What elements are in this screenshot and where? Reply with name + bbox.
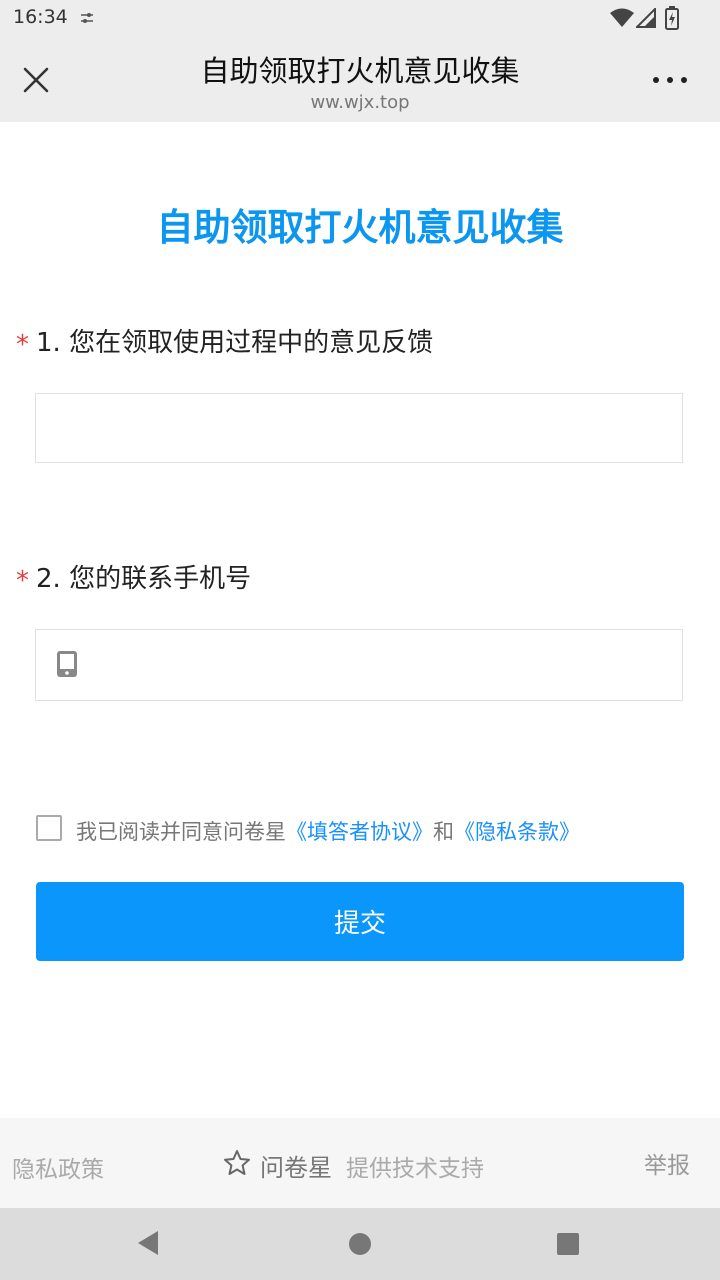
- star-icon: [224, 1150, 250, 1175]
- status-bar: 16:34: [0, 0, 720, 36]
- more-options-icon[interactable]: [648, 66, 692, 94]
- agreement-label: 我已阅读并同意问卷星: [76, 820, 286, 844]
- footer: 隐私政策 问卷星 提供技术支持 举报: [0, 1118, 720, 1208]
- page-title: 自助领取打火机意见收集: [200, 54, 520, 88]
- phone-input-box: [35, 629, 683, 701]
- agreement-text: 我已阅读并同意问卷星《填答者协议》和《隐私条款》: [76, 816, 580, 846]
- wifi-icon: [610, 8, 634, 27]
- form-title: 自助领取打火机意见收集: [156, 206, 564, 249]
- battery-charging-icon: [665, 6, 679, 30]
- required-mark: *: [16, 330, 29, 360]
- question-2-title: 2. 您的联系手机号: [36, 564, 252, 594]
- respondent-agreement-link[interactable]: 《填答者协议》: [286, 820, 433, 844]
- mobile-phone-icon: [57, 651, 77, 677]
- phone-input[interactable]: [36, 630, 682, 700]
- system-nav-bar: [0, 1208, 720, 1280]
- agreement-checkbox[interactable]: [36, 815, 62, 841]
- report-link[interactable]: 举报: [644, 1146, 690, 1180]
- privacy-policy-link[interactable]: 隐私政策: [12, 1150, 104, 1184]
- feedback-input[interactable]: [36, 394, 682, 462]
- signal-icon: [636, 8, 656, 28]
- page-url: ww.wjx.top: [310, 92, 410, 113]
- footer-brand: 问卷星: [260, 1154, 332, 1182]
- privacy-terms-link[interactable]: 《隐私条款》: [454, 820, 580, 844]
- title-bar: 自助领取打火机意见收集 ww.wjx.top: [0, 36, 720, 122]
- recents-icon[interactable]: [556, 1232, 580, 1256]
- submit-button[interactable]: 提交: [36, 882, 684, 961]
- home-icon[interactable]: [348, 1232, 372, 1256]
- required-mark: *: [16, 566, 29, 596]
- agreement-and: 和: [433, 820, 454, 844]
- status-time: 16:34: [13, 6, 68, 28]
- question-1-title: 1. 您在领取使用过程中的意见反馈: [36, 328, 434, 358]
- back-icon[interactable]: [136, 1230, 160, 1256]
- settings-notification-icon: [81, 13, 93, 23]
- feedback-input-box: [35, 393, 683, 463]
- footer-support-text: 提供技术支持: [346, 1156, 484, 1182]
